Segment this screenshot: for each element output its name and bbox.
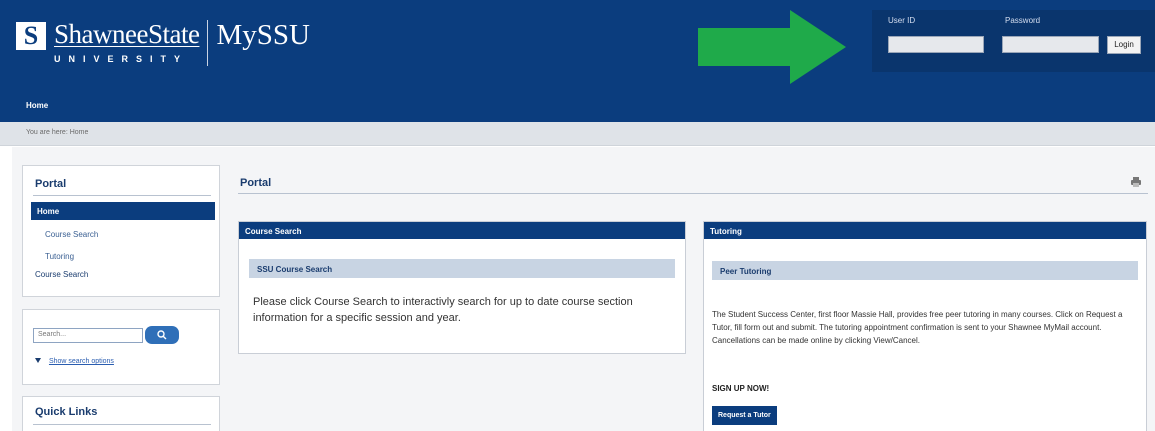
quick-links-title: Quick Links bbox=[35, 406, 98, 418]
portlet-subheader: Peer Tutoring bbox=[712, 261, 1138, 280]
logo-text: ShawneeState UNIVERSITY bbox=[54, 19, 200, 64]
print-icon[interactable] bbox=[1130, 176, 1142, 188]
search-options[interactable]: Show search options bbox=[35, 358, 114, 365]
triangle-down-icon bbox=[35, 358, 41, 363]
sidebar-item-course-search[interactable]: Course Search bbox=[45, 230, 98, 239]
nav-home[interactable]: Home bbox=[26, 101, 48, 110]
portal-nav-title: Portal bbox=[35, 178, 67, 190]
course-search-text: Please click Course Search to interactiv… bbox=[253, 296, 633, 324]
signup-heading: SIGN UP NOW! bbox=[712, 384, 770, 393]
login-button[interactable]: Login bbox=[1107, 36, 1141, 54]
product-name: MySSU bbox=[216, 19, 310, 51]
tutoring-portlet: Tutoring Peer Tutoring The Student Succe… bbox=[703, 221, 1147, 431]
course-search-portlet: Course Search SSU Course Search Please c… bbox=[238, 221, 686, 354]
divider bbox=[33, 424, 211, 425]
quick-links: Quick Links bbox=[22, 396, 220, 431]
portlet-subheader: SSU Course Search bbox=[249, 259, 675, 278]
sidebar-item-course-search-top[interactable]: Course Search bbox=[35, 270, 88, 279]
divider bbox=[33, 195, 211, 196]
password-label: Password bbox=[1005, 16, 1041, 25]
logo-divider bbox=[207, 20, 209, 66]
tutoring-text: The Student Success Center, first floor … bbox=[712, 310, 1123, 345]
search-input[interactable]: Search... bbox=[33, 328, 143, 343]
logo-subtitle: UNIVERSITY bbox=[54, 54, 189, 64]
login-form: User ID Password Login bbox=[872, 10, 1155, 72]
sidebar-item-tutoring[interactable]: Tutoring bbox=[45, 252, 74, 261]
divider bbox=[238, 193, 1148, 194]
search-button[interactable] bbox=[145, 326, 179, 344]
page-title: Portal bbox=[240, 177, 272, 189]
portlet-header: Course Search bbox=[239, 222, 685, 239]
search-portlet: Search... Show search options bbox=[22, 309, 220, 385]
portlet-header: Tutoring bbox=[704, 222, 1146, 239]
show-search-options-link[interactable]: Show search options bbox=[49, 358, 114, 365]
portal-nav: Portal Home Course Search Tutoring Cours… bbox=[22, 165, 220, 297]
logo-name: ShawneeState bbox=[54, 19, 200, 49]
password-input[interactable] bbox=[1002, 36, 1099, 53]
request-tutor-button[interactable]: Request a Tutor bbox=[712, 406, 777, 425]
logo-mark: S bbox=[16, 22, 46, 50]
breadcrumb-bar: You are here: Home bbox=[0, 122, 1155, 146]
user-id-label: User ID bbox=[888, 16, 916, 25]
user-id-input[interactable] bbox=[888, 36, 984, 53]
sidebar-item-home[interactable]: Home bbox=[31, 202, 215, 220]
arrow-right-icon bbox=[698, 10, 846, 84]
university-logo[interactable]: S ShawneeState UNIVERSITY MySSU bbox=[16, 20, 310, 66]
breadcrumb: You are here: Home bbox=[26, 129, 89, 136]
search-icon bbox=[157, 330, 167, 340]
site-header: S ShawneeState UNIVERSITY MySSU User ID … bbox=[0, 0, 1155, 122]
